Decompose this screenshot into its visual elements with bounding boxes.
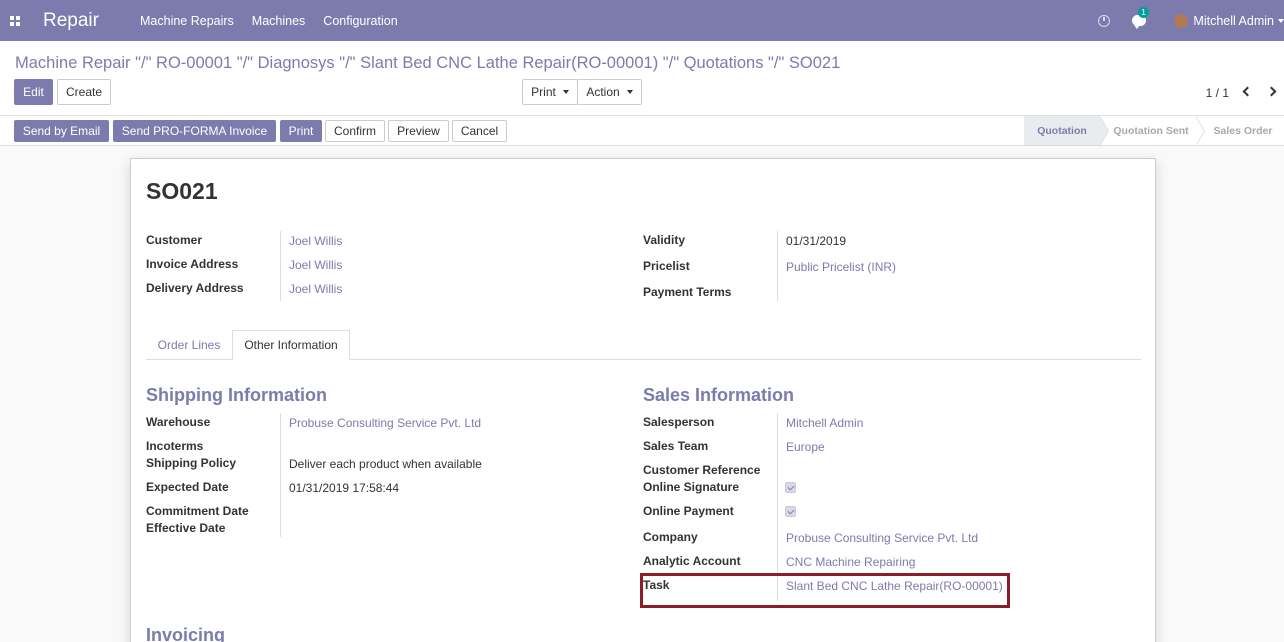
sales-team-label: Sales Team — [643, 439, 709, 453]
company-label: Company — [643, 530, 698, 544]
analytic-account-label: Analytic Account — [643, 554, 741, 568]
stage-quotation[interactable]: Quotation — [1024, 116, 1100, 145]
messages-chat-icon[interactable]: 1 — [1132, 7, 1149, 29]
top-navbar: Repair Machine Repairs Machines Configur… — [0, 0, 1284, 41]
cancel-button[interactable]: Cancel — [452, 120, 507, 142]
pager-next-button[interactable] — [1264, 84, 1278, 98]
expected-date-field[interactable]: 01/31/2019 17:58:44 — [289, 481, 399, 495]
sales-team-field[interactable]: Europe — [786, 440, 825, 454]
incoterms-label: Incoterms — [146, 439, 204, 453]
app-brand[interactable]: Repair — [43, 10, 140, 32]
form-sheet: SO021 Customer Joel Willis Invoice Addre… — [130, 158, 1156, 642]
chevron-right-icon — [1266, 86, 1276, 96]
online-payment-checkbox[interactable] — [785, 506, 796, 517]
invoice-address-label: Invoice Address — [146, 257, 239, 271]
menu-machine-repairs[interactable]: Machine Repairs — [140, 14, 234, 28]
chevron-left-icon — [1242, 86, 1252, 96]
online-signature-label: Online Signature — [643, 480, 740, 494]
menu-machines[interactable]: Machines — [252, 14, 306, 28]
control-panel: Machine Repair "/" RO-00001 "/" Diagnosy… — [0, 41, 1284, 116]
send-by-email-button[interactable]: Send by Email — [14, 120, 109, 142]
user-avatar[interactable] — [1174, 13, 1189, 28]
stage-separator — [1195, 116, 1206, 146]
company-field[interactable]: Probuse Consulting Service Pvt. Ltd — [786, 531, 978, 545]
salesperson-field[interactable]: Mitchell Admin — [786, 416, 863, 430]
invoicing-title: Invoicing — [146, 625, 226, 642]
pricelist-label: Pricelist — [643, 259, 690, 273]
customer-field[interactable]: Joel Willis — [289, 234, 342, 248]
confirm-button[interactable]: Confirm — [325, 120, 385, 142]
commitment-date-label: Commitment Date — [146, 504, 249, 518]
shipping-information-title: Shipping Information — [146, 385, 327, 405]
preview-button[interactable]: Preview — [388, 120, 449, 142]
create-button[interactable]: Create — [57, 79, 111, 105]
menu-configuration[interactable]: Configuration — [323, 14, 397, 28]
payment-terms-label: Payment Terms — [643, 285, 732, 299]
order-number-title: SO021 — [146, 178, 218, 204]
effective-date-label: Effective Date — [146, 521, 226, 535]
task-highlight-box — [640, 573, 1010, 608]
action-dropdown-button[interactable]: Action — [577, 79, 642, 105]
shipping-policy-label: Shipping Policy — [146, 456, 237, 470]
warehouse-field[interactable]: Probuse Consulting Service Pvt. Ltd — [289, 416, 481, 430]
edit-button[interactable]: Edit — [14, 79, 53, 105]
field-divider — [280, 413, 281, 537]
stage-sales-order[interactable]: Sales Order — [1206, 116, 1280, 145]
pager-previous-button[interactable] — [1240, 84, 1254, 98]
warehouse-label: Warehouse — [146, 415, 211, 429]
user-menu[interactable]: Mitchell Admin — [1193, 14, 1274, 28]
action-dropdown-label: Action — [586, 85, 620, 99]
print-dropdown-button[interactable]: Print — [522, 79, 578, 105]
delivery-address-label: Delivery Address — [146, 281, 244, 295]
tab-other-information[interactable]: Other Information — [232, 330, 350, 360]
send-proforma-invoice-button[interactable]: Send PRO-FORMA Invoice — [113, 120, 276, 142]
invoice-address-field[interactable]: Joel Willis — [289, 258, 342, 272]
tab-order-lines[interactable]: Order Lines — [146, 330, 232, 360]
field-divider — [777, 231, 778, 301]
caret-down-icon — [562, 90, 569, 94]
shipping-policy-field[interactable]: Deliver each product when available — [289, 457, 482, 471]
activity-clock-icon[interactable] — [1098, 14, 1111, 27]
field-divider — [280, 231, 281, 301]
chat-count-badge: 1 — [1138, 7, 1149, 18]
delivery-address-field[interactable]: Joel Willis — [289, 282, 342, 296]
expected-date-label: Expected Date — [146, 480, 229, 494]
salesperson-label: Salesperson — [643, 415, 715, 429]
customer-reference-label: Customer Reference — [643, 463, 761, 477]
analytic-account-field[interactable]: CNC Machine Repairing — [786, 555, 915, 569]
customer-label: Customer — [146, 233, 203, 247]
statusbar: Send by Email Send PRO-FORMA Invoice Pri… — [0, 116, 1284, 146]
print-button[interactable]: Print — [280, 120, 322, 142]
validity-field[interactable]: 01/31/2019 — [786, 234, 846, 248]
stage-separator — [1099, 116, 1110, 146]
user-menu-caret-icon[interactable] — [1278, 18, 1284, 23]
pricelist-field[interactable]: Public Pricelist (INR) — [786, 260, 896, 274]
stage-quotation-sent[interactable]: Quotation Sent — [1110, 116, 1192, 145]
online-payment-label: Online Payment — [643, 504, 734, 518]
caret-down-icon — [626, 90, 633, 94]
pager-value[interactable]: 1 / 1 — [1206, 86, 1229, 100]
apps-menu-icon[interactable] — [0, 0, 30, 41]
validity-label: Validity — [643, 233, 686, 247]
sales-information-title: Sales Information — [643, 385, 795, 405]
print-dropdown-label: Print — [531, 85, 556, 99]
online-signature-checkbox[interactable] — [785, 482, 796, 493]
breadcrumb[interactable]: Machine Repair "/" RO-00001 "/" Diagnosy… — [15, 54, 840, 73]
